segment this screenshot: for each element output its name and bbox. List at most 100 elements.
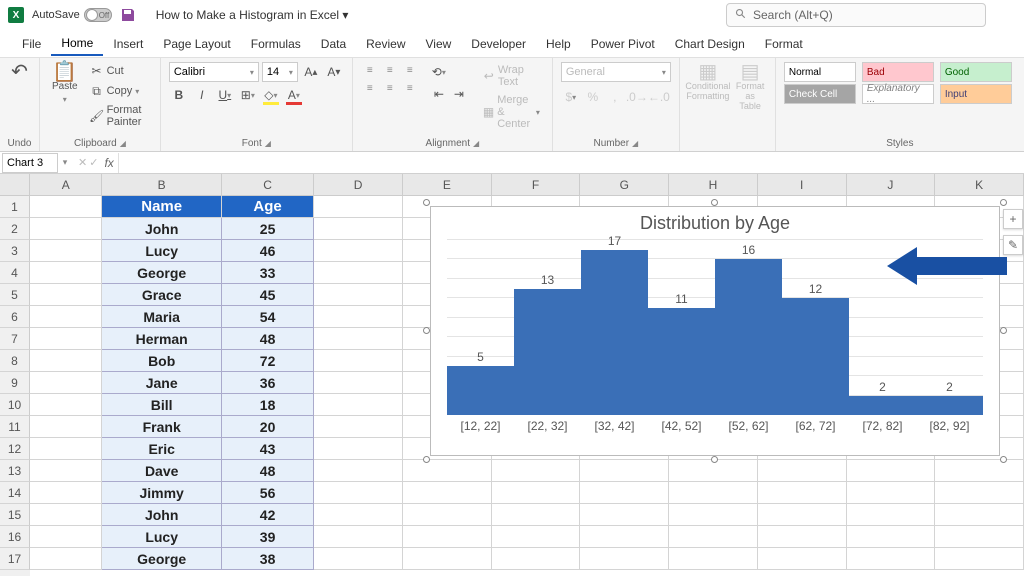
cell[interactable]: Bill bbox=[102, 394, 221, 416]
cell[interactable] bbox=[30, 482, 102, 504]
cell[interactable] bbox=[669, 504, 758, 526]
document-title[interactable]: How to Make a Histogram in Excel ▾ bbox=[156, 8, 349, 22]
row-header[interactable]: 10 bbox=[0, 394, 30, 416]
cell[interactable]: Eric bbox=[102, 438, 221, 460]
cell[interactable] bbox=[935, 482, 1024, 504]
cell[interactable] bbox=[669, 526, 758, 548]
row-header[interactable]: 9 bbox=[0, 372, 30, 394]
cell-style-explanatory-[interactable]: Explanatory ... bbox=[862, 84, 934, 104]
column-header[interactable]: B bbox=[102, 174, 221, 196]
underline-button[interactable]: U▾ bbox=[215, 85, 235, 105]
font-size-select[interactable]: 14▾ bbox=[262, 62, 298, 82]
search-box[interactable]: Search (Alt+Q) bbox=[726, 3, 986, 27]
spreadsheet-grid[interactable]: 1234567891011121314151617 ABCDEFGHIJK Na… bbox=[0, 174, 1024, 576]
cell-style-good[interactable]: Good bbox=[940, 62, 1012, 82]
cell[interactable] bbox=[30, 218, 102, 240]
tab-file[interactable]: File bbox=[12, 33, 51, 55]
cell-style-normal[interactable]: Normal bbox=[784, 62, 856, 82]
cell[interactable] bbox=[314, 284, 403, 306]
cell[interactable] bbox=[758, 482, 847, 504]
formula-bar[interactable] bbox=[118, 153, 1024, 173]
cell[interactable] bbox=[30, 438, 102, 460]
save-icon[interactable] bbox=[120, 7, 136, 23]
indent-inc-button[interactable]: ⇥ bbox=[449, 84, 469, 104]
dialog-launcher-icon[interactable]: ◢ bbox=[473, 139, 479, 148]
cell[interactable]: 45 bbox=[222, 284, 314, 306]
cell[interactable] bbox=[580, 482, 669, 504]
cell[interactable]: 48 bbox=[222, 460, 314, 482]
cell[interactable] bbox=[935, 548, 1024, 570]
cell[interactable] bbox=[314, 196, 403, 218]
paste-button[interactable]: 📋Paste▾ bbox=[48, 62, 82, 106]
column-header[interactable]: I bbox=[758, 174, 847, 196]
cell[interactable] bbox=[314, 350, 403, 372]
cell[interactable]: 42 bbox=[222, 504, 314, 526]
chart-bar[interactable]: 12 bbox=[782, 240, 849, 415]
cell[interactable] bbox=[403, 460, 492, 482]
row-header[interactable]: 3 bbox=[0, 240, 30, 262]
cell[interactable] bbox=[669, 548, 758, 570]
cell[interactable] bbox=[669, 460, 758, 482]
cell[interactable]: 48 bbox=[222, 328, 314, 350]
cell[interactable] bbox=[492, 460, 581, 482]
cell[interactable] bbox=[30, 526, 102, 548]
cell[interactable] bbox=[30, 504, 102, 526]
cell[interactable]: Dave bbox=[102, 460, 221, 482]
toggle-switch-icon[interactable]: Off bbox=[84, 8, 112, 22]
chart-title[interactable]: Distribution by Age bbox=[431, 213, 999, 234]
comma-button[interactable]: , bbox=[605, 87, 625, 107]
row-header[interactable]: 8 bbox=[0, 350, 30, 372]
cell[interactable] bbox=[758, 548, 847, 570]
cell[interactable] bbox=[403, 504, 492, 526]
cell[interactable] bbox=[580, 504, 669, 526]
chart-bar[interactable]: 16 bbox=[715, 240, 782, 415]
row-header[interactable]: 11 bbox=[0, 416, 30, 438]
cell[interactable]: 72 bbox=[222, 350, 314, 372]
cell[interactable]: Lucy bbox=[102, 526, 221, 548]
cell[interactable] bbox=[30, 394, 102, 416]
undo-button[interactable]: ↶ bbox=[8, 62, 31, 80]
number-format-select[interactable]: General▾ bbox=[561, 62, 671, 82]
cell[interactable] bbox=[314, 438, 403, 460]
align-top-icon[interactable]: ≡ bbox=[361, 62, 379, 78]
font-name-select[interactable]: Calibri▾ bbox=[169, 62, 259, 82]
bold-button[interactable]: B bbox=[169, 85, 189, 105]
cell[interactable] bbox=[758, 526, 847, 548]
column-header[interactable]: E bbox=[403, 174, 492, 196]
cell[interactable] bbox=[580, 526, 669, 548]
row-header[interactable]: 4 bbox=[0, 262, 30, 284]
cell-style-input[interactable]: Input bbox=[940, 84, 1012, 104]
cell[interactable] bbox=[314, 240, 403, 262]
row-header[interactable]: 1 bbox=[0, 196, 30, 218]
column-header[interactable]: D bbox=[314, 174, 403, 196]
column-header[interactable]: K bbox=[935, 174, 1024, 196]
cell[interactable] bbox=[580, 460, 669, 482]
column-header[interactable]: F bbox=[492, 174, 581, 196]
row-header[interactable]: 7 bbox=[0, 328, 30, 350]
cell[interactable]: John bbox=[102, 218, 221, 240]
cell[interactable] bbox=[30, 372, 102, 394]
cell-style-bad[interactable]: Bad bbox=[862, 62, 934, 82]
align-buttons[interactable]: ≡≡≡ ≡≡≡ bbox=[361, 62, 419, 96]
row-header[interactable]: 5 bbox=[0, 284, 30, 306]
namebox-dropdown-icon[interactable]: ▾ bbox=[58, 157, 72, 168]
cell[interactable] bbox=[758, 504, 847, 526]
cell[interactable] bbox=[314, 262, 403, 284]
cell[interactable] bbox=[314, 218, 403, 240]
tab-format[interactable]: Format bbox=[755, 33, 813, 55]
cell[interactable]: 25 bbox=[222, 218, 314, 240]
cell[interactable]: 54 bbox=[222, 306, 314, 328]
grow-font-button[interactable]: A▴ bbox=[301, 62, 321, 82]
cell[interactable] bbox=[492, 526, 581, 548]
cell[interactable] bbox=[847, 548, 936, 570]
cell[interactable]: Name bbox=[102, 196, 221, 218]
column-header[interactable]: G bbox=[580, 174, 669, 196]
indent-dec-button[interactable]: ⇤ bbox=[429, 84, 449, 104]
wrap-text-button[interactable]: ↩Wrap Text bbox=[479, 62, 544, 90]
cell[interactable] bbox=[314, 548, 403, 570]
cell[interactable] bbox=[30, 284, 102, 306]
cell[interactable]: 46 bbox=[222, 240, 314, 262]
cell[interactable]: Maria bbox=[102, 306, 221, 328]
shrink-font-button[interactable]: A▾ bbox=[324, 62, 344, 82]
cell[interactable]: 36 bbox=[222, 372, 314, 394]
